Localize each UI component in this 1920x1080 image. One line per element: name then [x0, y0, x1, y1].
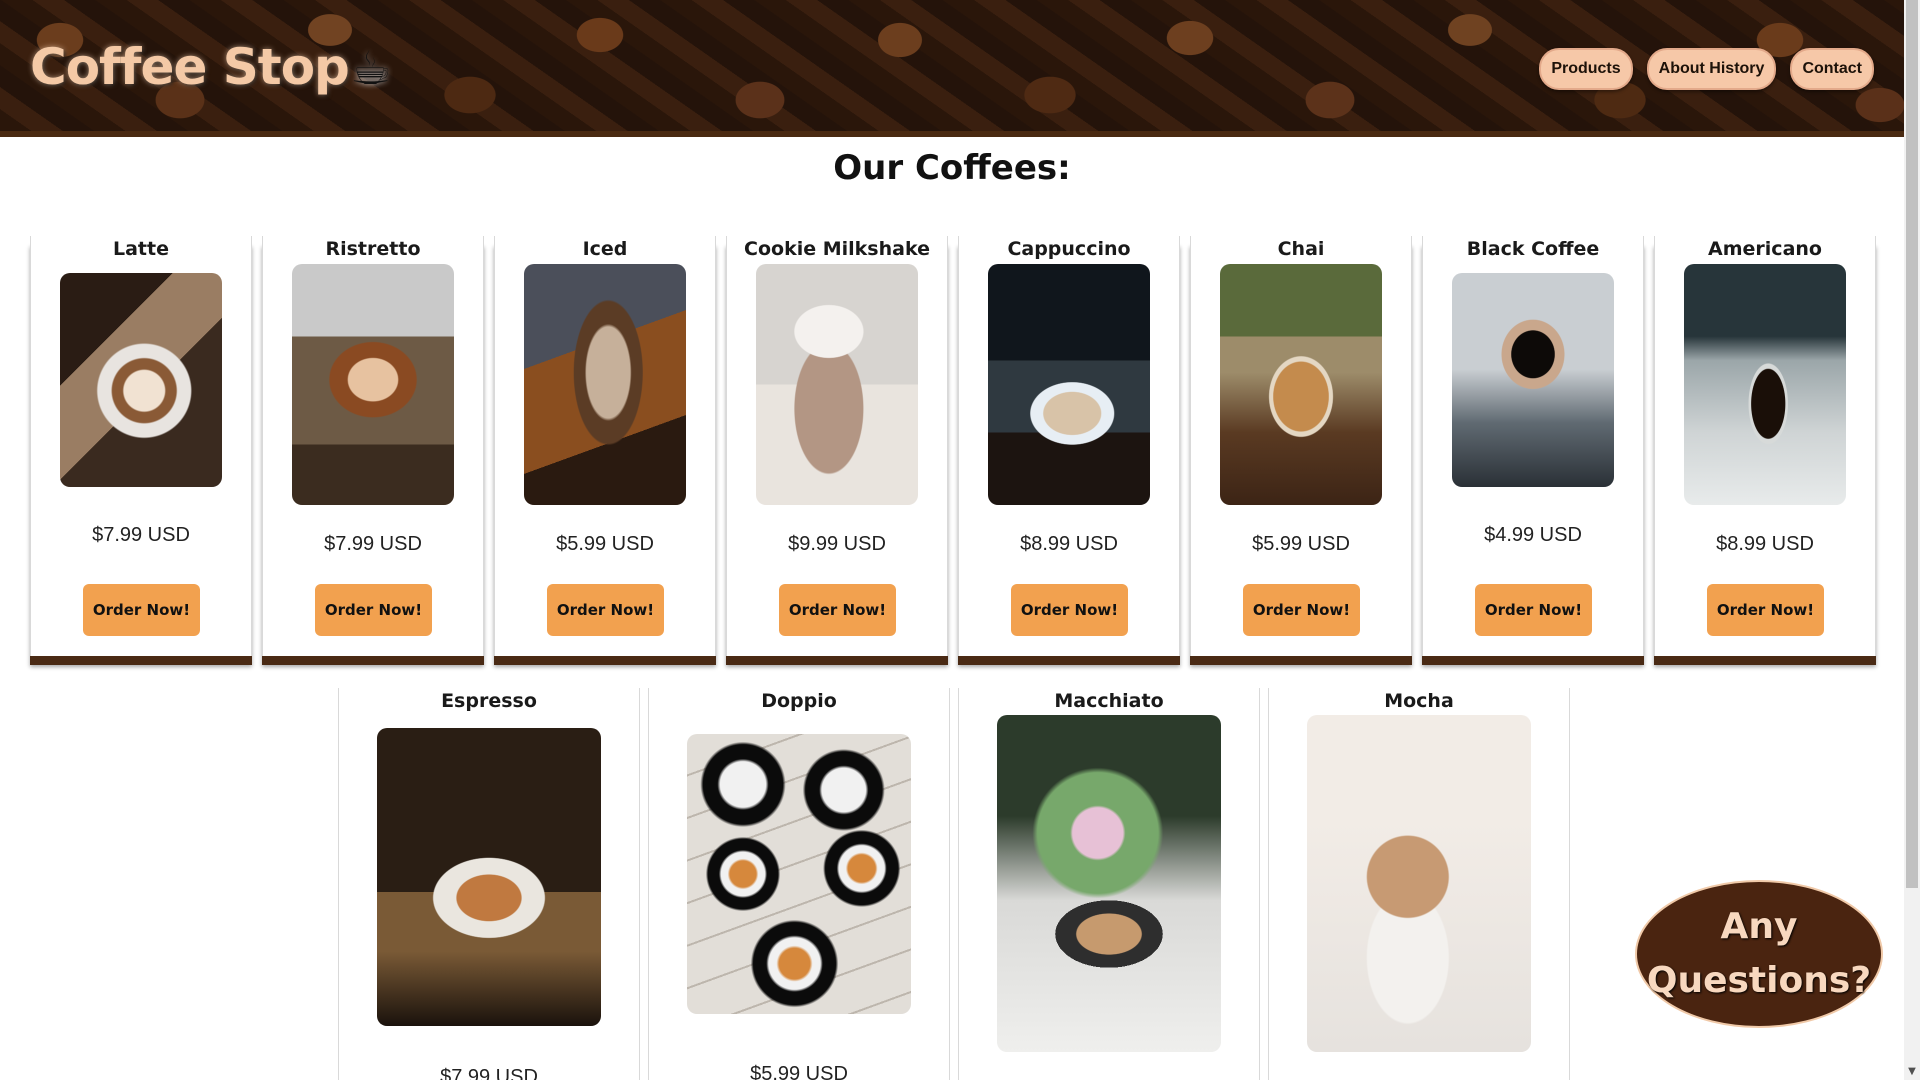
order-now-button[interactable]: Order Now!: [1707, 584, 1824, 636]
product-card-cappuccino: Cappuccino $8.99 USD Order Now!: [958, 236, 1180, 656]
product-name: Iced: [582, 238, 628, 260]
order-now-button[interactable]: Order Now!: [1243, 584, 1360, 636]
product-name: Cookie Milkshake: [744, 238, 930, 260]
product-image: [988, 264, 1150, 505]
product-name: Black Coffee: [1466, 238, 1600, 260]
product-card-mocha: Mocha: [1268, 688, 1570, 1080]
product-card-americano: Americano $8.99 USD Order Now!: [1654, 236, 1876, 656]
product-price: $5.99 USD: [1252, 533, 1350, 555]
product-name: Latte: [113, 238, 169, 260]
scrollbar-thumb[interactable]: [1906, 0, 1918, 888]
product-image: [756, 264, 918, 505]
product-price: $9.99 USD: [788, 533, 886, 555]
any-questions-button[interactable]: Any Questions?: [1635, 880, 1883, 1028]
product-name: Americano: [1708, 238, 1822, 260]
product-image: [1220, 264, 1382, 505]
product-card-black-coffee: Black Coffee $4.99 USD Order Now!: [1422, 236, 1644, 656]
product-name: Ristretto: [325, 238, 421, 260]
product-image: [1452, 273, 1614, 487]
order-now-button[interactable]: Order Now!: [83, 584, 200, 636]
product-card-ristretto: Ristretto $7.99 USD Order Now!: [262, 236, 484, 656]
product-image: [524, 264, 686, 505]
product-image: [1307, 715, 1531, 1052]
order-now-button[interactable]: Order Now!: [547, 584, 664, 636]
brand-logo[interactable]: Coffee Stop: [30, 38, 350, 96]
order-now-button[interactable]: Order Now!: [779, 584, 896, 636]
product-name: Macchiato: [1054, 690, 1164, 712]
vertical-scrollbar[interactable]: ▼: [1904, 0, 1920, 1080]
product-price: $7.99 USD: [324, 533, 422, 555]
product-card-espresso: Espresso $7.99 USD: [338, 688, 640, 1080]
order-now-button[interactable]: Order Now!: [1475, 584, 1592, 636]
product-price: $8.99 USD: [1020, 533, 1118, 555]
product-card-chai: Chai $5.99 USD Order Now!: [1190, 236, 1412, 656]
product-name: Doppio: [761, 690, 837, 712]
nav-about-history-button[interactable]: About History: [1646, 48, 1777, 90]
product-card-doppio: Doppio $5.99 USD: [648, 688, 950, 1080]
product-image: [292, 264, 454, 505]
coffee-cup-icon: ☕: [350, 41, 392, 95]
site-header: Coffee Stop ☕ Products About History Con…: [0, 0, 1904, 137]
nav-contact-button[interactable]: Contact: [1790, 48, 1874, 90]
product-card-iced: Iced $5.99 USD Order Now!: [494, 236, 716, 656]
order-now-button[interactable]: Order Now!: [1011, 584, 1128, 636]
product-name: Cappuccino: [1007, 238, 1131, 260]
product-card-cookie-milkshake: Cookie Milkshake $9.99 USD Order Now!: [726, 236, 948, 656]
section-title: Our Coffees:: [833, 148, 1071, 188]
product-name: Mocha: [1384, 690, 1454, 712]
product-image: [997, 715, 1221, 1052]
product-price: $8.99 USD: [1716, 533, 1814, 555]
product-price: $5.99 USD: [556, 533, 654, 555]
product-card-latte: Latte $7.99 USD Order Now!: [30, 236, 252, 656]
main-nav: Products About History Contact: [1539, 48, 1874, 90]
order-now-button[interactable]: Order Now!: [315, 584, 432, 636]
product-price: $4.99 USD: [1484, 524, 1582, 546]
product-name: Espresso: [441, 690, 537, 712]
nav-products-button[interactable]: Products: [1539, 48, 1633, 90]
product-name: Chai: [1277, 238, 1325, 260]
product-price: $7.99 USD: [440, 1066, 538, 1080]
product-image: [377, 728, 601, 1026]
scroll-down-arrow-icon[interactable]: ▼: [1904, 1064, 1920, 1080]
product-image: [60, 273, 222, 487]
product-image: [687, 734, 911, 1014]
product-card-macchiato: Macchiato: [958, 688, 1260, 1080]
product-image: [1684, 264, 1846, 505]
product-price: $7.99 USD: [92, 524, 190, 546]
product-price: $5.99 USD: [750, 1063, 848, 1080]
